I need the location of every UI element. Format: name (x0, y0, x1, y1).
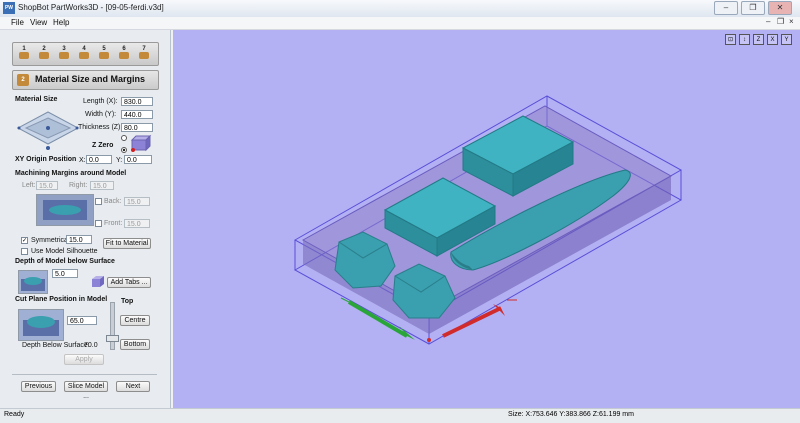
depth-heading: Depth of Model below Surface (15, 258, 115, 265)
symmetrical-checkbox[interactable]: ✓ (21, 237, 28, 244)
margin-left-input[interactable]: 15.0 (36, 181, 58, 190)
fit-to-material-button[interactable]: Fit to Material (103, 238, 151, 249)
previous-button[interactable]: Previous (21, 381, 56, 392)
width-label: Width (Y): (85, 111, 117, 118)
length-input[interactable]: 830.0 (121, 97, 153, 106)
menu-view[interactable]: View (30, 18, 47, 27)
origin-marker (427, 338, 431, 342)
mdi-close-button[interactable]: × (789, 17, 794, 26)
step-3-icon[interactable]: 3 (57, 46, 71, 61)
cut-plane-input[interactable]: 65.0 (67, 316, 97, 325)
menu-help[interactable]: Help (53, 18, 69, 27)
model-silhouette-checkbox[interactable] (21, 248, 28, 255)
depth-diagram (18, 270, 48, 294)
model-scene (293, 95, 683, 345)
model-silhouette-label: Use Model Silhouette (31, 248, 98, 255)
thickness-label: Thickness (Z): (78, 124, 123, 131)
margin-back-input[interactable]: 15.0 (124, 197, 150, 206)
section-number-icon: 2 (17, 74, 29, 86)
step-1-icon[interactable]: 1 (17, 46, 31, 61)
step-toolbar: 1 2 3 4 5 6 7 (12, 42, 159, 66)
window-title: ShopBot PartWorks3D - [09-05-ferdi.v3d] (18, 3, 164, 12)
add-tabs-button[interactable]: Add Tabs ... (107, 277, 151, 288)
margin-front-input[interactable]: 15.0 (124, 219, 150, 228)
step-6-icon[interactable]: 6 (117, 46, 131, 61)
step-4-icon[interactable]: 4 (77, 46, 91, 61)
length-label: Length (X): (83, 98, 118, 105)
cut-plane-top-label: Top (121, 298, 134, 305)
z-zero-label: Z Zero (92, 142, 114, 149)
width-input[interactable]: 440.0 (121, 110, 153, 119)
close-button[interactable]: ✕ (768, 1, 792, 15)
material-origin-diagram[interactable] (16, 108, 80, 154)
next-button[interactable]: Next (116, 381, 150, 392)
section-title: Material Size and Margins (35, 74, 146, 84)
origin-x-label: X: (79, 157, 86, 164)
bottom-button[interactable]: Bottom (120, 339, 150, 350)
margin-back-label: Back: (104, 198, 122, 205)
cut-plane-heading: Cut Plane Position in Model (15, 296, 108, 303)
step-5-icon[interactable]: 5 (97, 46, 111, 61)
app-icon: PW 3D (3, 2, 15, 23)
origin-y-input[interactable]: 0.0 (124, 155, 152, 164)
thickness-input[interactable]: 80.0 (121, 123, 153, 132)
origin-x-input[interactable]: 0.0 (86, 155, 112, 164)
restore-button[interactable]: ❐ (741, 1, 765, 15)
minimize-button[interactable]: – (714, 1, 738, 15)
cut-plane-slider[interactable] (110, 302, 115, 350)
apply-button[interactable]: Apply (64, 354, 104, 365)
model-size-readout: Size: X:753.646 Y:383.866 Z:61.199 mm (508, 411, 634, 418)
cut-plane-slider-handle[interactable] (106, 335, 119, 342)
margin-right-input[interactable]: 15.0 (90, 181, 114, 190)
depth-below-surface-value: 70.0 (84, 342, 98, 349)
3d-viewport[interactable]: ⊡ ↕ Z X Y (173, 30, 800, 408)
back-margin-checkbox[interactable] (95, 198, 102, 205)
margins-diagram (36, 194, 94, 226)
depth-below-surface-label: Depth Below Surface: (22, 342, 90, 349)
status-text: Ready (4, 411, 25, 418)
front-margin-checkbox[interactable] (95, 220, 102, 227)
slice-model-button[interactable]: Slice Model ... (64, 381, 108, 400)
symmetrical-input[interactable]: 15.0 (66, 235, 92, 244)
margins-heading: Machining Margins around Model (15, 170, 127, 177)
tab-cube-icon (92, 276, 104, 287)
title-bar: PW 3D ShopBot PartWorks3D - [09-05-ferdi… (0, 0, 800, 23)
symmetrical-label: Symmetrical (31, 237, 70, 244)
origin-y-label: Y: (116, 157, 123, 164)
status-bar: Ready Size: X:753.646 Y:383.866 Z:61.199… (0, 408, 800, 423)
margin-right-label: Right: (69, 182, 88, 189)
section-header: 2 Material Size and Margins (12, 70, 159, 90)
nav-divider (12, 374, 157, 375)
left-panel: 1 2 3 4 5 6 7 2 Material Size and Margin… (0, 30, 171, 408)
step-7-icon[interactable]: 7 (137, 46, 151, 61)
material-size-heading: Material Size (15, 96, 58, 103)
menu-bar: File View Help (0, 17, 800, 30)
margin-front-label: Front: (104, 220, 123, 227)
step-2-icon[interactable]: 2 (37, 46, 51, 61)
z-zero-cube-icon (121, 134, 152, 153)
centre-button[interactable]: Centre (120, 315, 150, 326)
xy-origin-label: XY Origin Position (15, 156, 77, 163)
depth-input[interactable]: 5.0 (52, 269, 78, 278)
margin-left-label: Left: (22, 182, 36, 189)
cut-plane-diagram (18, 309, 64, 341)
mdi-restore-button[interactable]: ❐ (777, 17, 784, 26)
mdi-minimize-button[interactable]: – (766, 17, 770, 26)
menu-file[interactable]: File (11, 18, 24, 27)
